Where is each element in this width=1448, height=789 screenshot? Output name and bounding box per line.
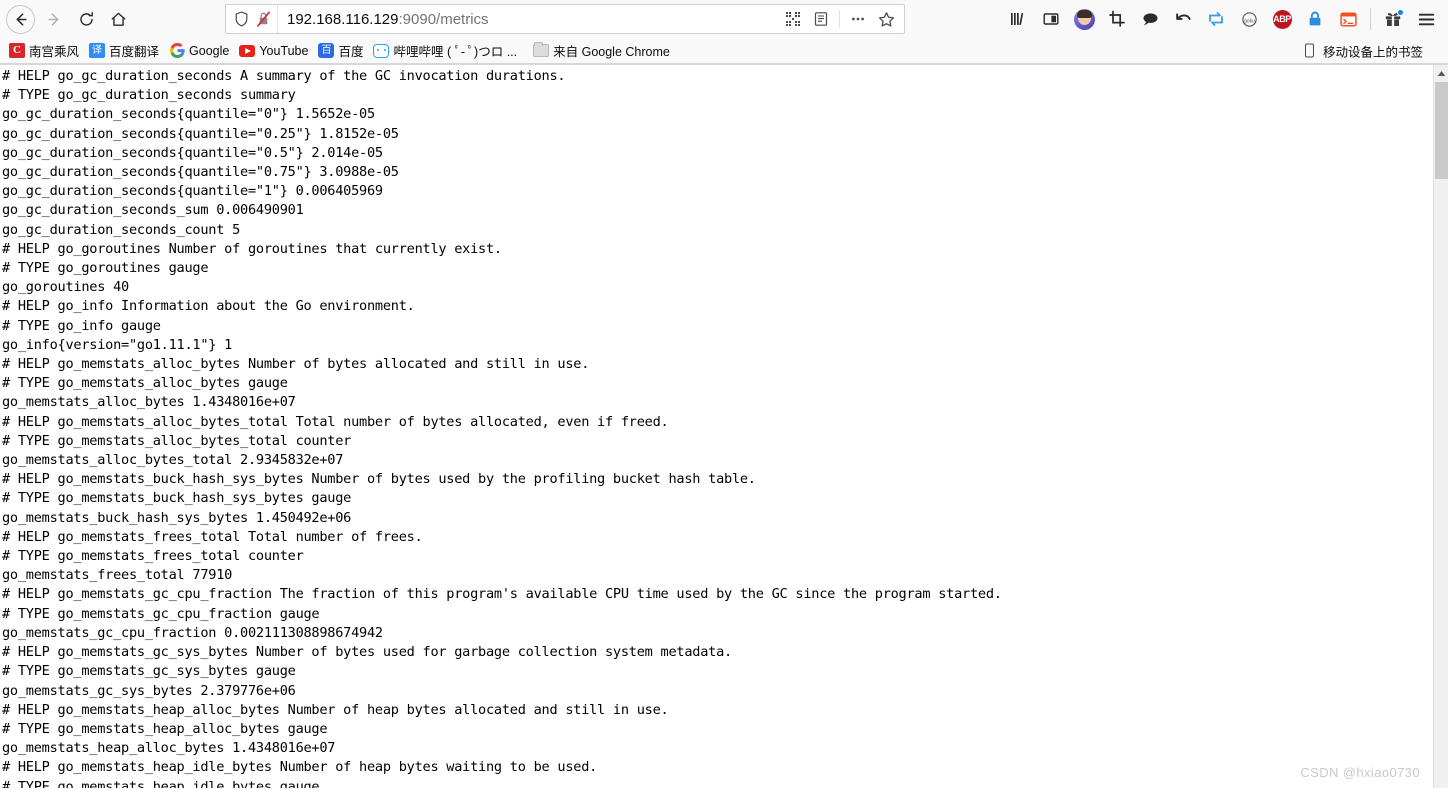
urlbar-container: 192.168.116.129:9090/metrics [134, 4, 996, 34]
bookmark-label: 哔哩哔哩 ( ﾟ- ﾟ)つロ ... [393, 45, 518, 59]
forward-button[interactable] [38, 3, 70, 35]
chat-bubble-icon[interactable] [1134, 3, 1166, 35]
translate-icon: 译 [89, 43, 106, 59]
bookmark-item-google[interactable]: Google [164, 41, 234, 61]
lock-extension-icon[interactable] [1299, 3, 1331, 35]
toolbar-divider [1370, 8, 1371, 30]
csdn-icon: C [9, 43, 25, 59]
watermark: CSDN @hxiao0730 [1300, 765, 1420, 780]
divider [839, 10, 840, 28]
account-avatar-icon[interactable] [1068, 3, 1100, 35]
screenshot-crop-icon[interactable] [1101, 3, 1133, 35]
page-actions-ellipsis-icon[interactable] [844, 5, 872, 33]
bookmark-item-csdn[interactable]: C 南宫乘风 [4, 39, 84, 62]
mobile-phone-icon [1302, 43, 1318, 59]
scrollbar-thumb[interactable] [1435, 82, 1448, 179]
svg-text:goku: goku [1243, 18, 1254, 24]
goku-extension-icon[interactable]: goku [1233, 3, 1265, 35]
youtube-icon [239, 43, 256, 59]
baidu-icon: 百 [318, 43, 335, 59]
vertical-scrollbar[interactable] [1433, 65, 1448, 788]
back-button[interactable] [6, 4, 35, 34]
bookmark-label: 百度 [338, 45, 364, 59]
reader-view-icon[interactable] [807, 5, 835, 33]
navigation-toolbar: 192.168.116.129:9090/metrics goku ABP [0, 0, 1448, 38]
home-button[interactable] [102, 3, 134, 35]
bookmark-label: Google [189, 43, 230, 58]
prometheus-metrics-text: # HELP go_gc_duration_seconds A summary … [2, 68, 1002, 788]
terminal-extension-icon[interactable] [1332, 3, 1364, 35]
bookmark-label: 来自 Google Chrome [553, 45, 670, 59]
address-bar[interactable]: 192.168.116.129:9090/metrics [225, 4, 905, 34]
url-host: 192.168.116.129 [287, 10, 399, 28]
bilibili-icon [373, 43, 390, 59]
undo-arrow-icon[interactable] [1167, 3, 1199, 35]
sidebar-icon[interactable] [1035, 3, 1067, 35]
qrcode-icon[interactable] [779, 5, 807, 33]
bookmark-label: YouTube [259, 43, 309, 58]
urlbar-actions [779, 5, 902, 33]
toolbar-right: goku ABP [996, 3, 1442, 35]
bookmark-item-baidu[interactable]: 百 百度 [313, 39, 368, 62]
bookmark-star-icon[interactable] [872, 5, 900, 33]
notification-dot [1397, 9, 1404, 16]
url-path: :9090/metrics [398, 10, 489, 28]
google-icon [169, 43, 185, 59]
library-icon[interactable] [1002, 3, 1034, 35]
tab-sync-icon[interactable] [1200, 3, 1232, 35]
identity-box[interactable] [226, 5, 278, 33]
bookmark-folder-mobile[interactable]: 移动设备上的书签 [1297, 39, 1428, 62]
reload-button[interactable] [70, 3, 102, 35]
bookmark-item-youtube[interactable]: YouTube [234, 41, 313, 61]
browser-chrome: 192.168.116.129:9090/metrics goku ABP C … [0, 0, 1448, 65]
bookmark-folder-chrome-imports[interactable]: 来自 Google Chrome [528, 39, 675, 62]
bookmark-item-bilibili[interactable]: 哔哩哔哩 ( ﾟ- ﾟ)つロ ... [368, 39, 522, 62]
bookmark-label: 移动设备上的书签 [1322, 45, 1423, 59]
adblock-label: ABP [1272, 9, 1292, 29]
bookmark-item-baidu-translate[interactable]: 译 百度翻译 [84, 39, 164, 62]
url-text[interactable]: 192.168.116.129:9090/metrics [278, 11, 779, 28]
bookmarks-toolbar: C 南宫乘风 译 百度翻译 Google YouTube 百 百度 哔哩哔哩 (… [0, 38, 1448, 64]
insecure-lock-slash-icon[interactable] [256, 11, 271, 27]
page-content-area: # HELP go_gc_duration_seconds A summary … [0, 65, 1448, 788]
app-menu-icon[interactable] [1410, 3, 1442, 35]
shield-icon[interactable] [234, 11, 249, 27]
folder-icon [533, 42, 550, 59]
adblock-plus-icon[interactable]: ABP [1266, 3, 1298, 35]
bookmark-label: 南宫乘风 [29, 45, 80, 59]
bookmark-label: 百度翻译 [109, 45, 160, 59]
scrollbar-up-arrow-icon[interactable] [1434, 65, 1448, 81]
gift-icon[interactable] [1377, 3, 1409, 35]
